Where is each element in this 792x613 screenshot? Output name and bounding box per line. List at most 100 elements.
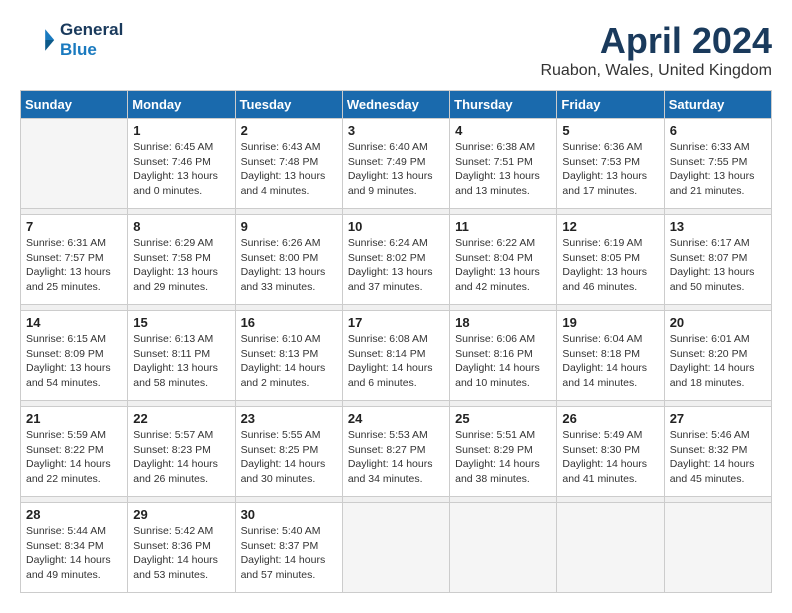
day-number: 3 xyxy=(348,123,444,138)
day-number: 11 xyxy=(455,219,551,234)
calendar-cell: 17Sunrise: 6:08 AMSunset: 8:14 PMDayligh… xyxy=(342,311,449,401)
day-info: Sunrise: 6:10 AMSunset: 8:13 PMDaylight:… xyxy=(241,332,337,391)
calendar-cell: 23 Sunrise: 5:55 AMSunset: 8:25 PMDayligh… xyxy=(235,407,342,497)
calendar-cell: 8 Sunrise: 6:29 AMSunset: 7:58 PMDaylight… xyxy=(128,215,235,305)
header-saturday: Saturday xyxy=(664,91,771,119)
calendar-week-5: 28 Sunrise: 5:44 AMSunset: 8:34 PMDayligh… xyxy=(21,503,772,593)
header-friday: Friday xyxy=(557,91,664,119)
calendar-cell: 6 Sunrise: 6:33 AMSunset: 7:55 PMDaylight… xyxy=(664,119,771,209)
day-number: 22 xyxy=(133,411,229,426)
day-info: Sunrise: 5:55 AMSunset: 8:25 PMDaylight:… xyxy=(241,428,337,487)
day-info: Sunrise: 6:17 AMSunset: 8:07 PMDaylight:… xyxy=(670,236,766,295)
calendar-cell: 20 Sunrise: 6:01 AMSunset: 8:20 PMDayligh… xyxy=(664,311,771,401)
header-tuesday: Tuesday xyxy=(235,91,342,119)
day-number: 16 xyxy=(241,315,337,330)
day-number: 7 xyxy=(26,219,122,234)
day-info: Sunrise: 6:01 AMSunset: 8:20 PMDaylight:… xyxy=(670,332,766,391)
calendar-cell: 18 Sunrise: 6:06 AMSunset: 8:16 PMDayligh… xyxy=(450,311,557,401)
day-number: 14 xyxy=(26,315,122,330)
day-number: 21 xyxy=(26,411,122,426)
day-info: Sunrise: 5:42 AMSunset: 8:36 PMDaylight:… xyxy=(133,524,229,583)
header-sunday: Sunday xyxy=(21,91,128,119)
month-title: April 2024 xyxy=(540,20,772,62)
day-number: 25 xyxy=(455,411,551,426)
calendar-cell: 13Sunrise: 6:17 AMSunset: 8:07 PMDayligh… xyxy=(664,215,771,305)
day-number: 1 xyxy=(133,123,229,138)
calendar-cell: 7 Sunrise: 6:31 AMSunset: 7:57 PMDaylight… xyxy=(21,215,128,305)
header-wednesday: Wednesday xyxy=(342,91,449,119)
calendar-week-3: 14 Sunrise: 6:15 AMSunset: 8:09 PMDayligh… xyxy=(21,311,772,401)
day-info: Sunrise: 6:36 AMSunset: 7:53 PMDaylight:… xyxy=(562,140,658,199)
calendar-cell: 27 Sunrise: 5:46 AMSunset: 8:32 PMDayligh… xyxy=(664,407,771,497)
calendar-table: SundayMondayTuesdayWednesdayThursdayFrid… xyxy=(20,90,772,593)
calendar-cell: 3 Sunrise: 6:40 AMSunset: 7:49 PMDaylight… xyxy=(342,119,449,209)
day-info: Sunrise: 6:24 AMSunset: 8:02 PMDaylight:… xyxy=(348,236,444,295)
calendar-cell: 12 Sunrise: 6:19 AMSunset: 8:05 PMDayligh… xyxy=(557,215,664,305)
calendar-cell: 5 Sunrise: 6:36 AMSunset: 7:53 PMDaylight… xyxy=(557,119,664,209)
calendar-cell: 19 Sunrise: 6:04 AMSunset: 8:18 PMDayligh… xyxy=(557,311,664,401)
day-info: Sunrise: 6:43 AMSunset: 7:48 PMDaylight:… xyxy=(241,140,337,199)
logo-icon xyxy=(20,22,56,58)
calendar-cell xyxy=(21,119,128,209)
day-info: Sunrise: 5:53 AMSunset: 8:27 PMDaylight:… xyxy=(348,428,444,487)
day-number: 2 xyxy=(241,123,337,138)
calendar-cell: 28 Sunrise: 5:44 AMSunset: 8:34 PMDayligh… xyxy=(21,503,128,593)
calendar-cell: 29 Sunrise: 5:42 AMSunset: 8:36 PMDayligh… xyxy=(128,503,235,593)
day-info: Sunrise: 6:15 AMSunset: 8:09 PMDaylight:… xyxy=(26,332,122,391)
calendar-cell: 21 Sunrise: 5:59 AMSunset: 8:22 PMDayligh… xyxy=(21,407,128,497)
day-number: 10 xyxy=(348,219,444,234)
calendar-cell: 1 Sunrise: 6:45 AMSunset: 7:46 PMDaylight… xyxy=(128,119,235,209)
calendar-week-4: 21 Sunrise: 5:59 AMSunset: 8:22 PMDayligh… xyxy=(21,407,772,497)
day-info: Sunrise: 5:44 AMSunset: 8:34 PMDaylight:… xyxy=(26,524,122,583)
day-number: 20 xyxy=(670,315,766,330)
day-number: 29 xyxy=(133,507,229,522)
day-number: 8 xyxy=(133,219,229,234)
calendar-cell: 9Sunrise: 6:26 AMSunset: 8:00 PMDaylight… xyxy=(235,215,342,305)
day-number: 30 xyxy=(241,507,337,522)
calendar-cell: 30 Sunrise: 5:40 AMSunset: 8:37 PMDayligh… xyxy=(235,503,342,593)
day-info: Sunrise: 5:49 AMSunset: 8:30 PMDaylight:… xyxy=(562,428,658,487)
location: Ruabon, Wales, United Kingdom xyxy=(540,62,772,80)
calendar-cell: 15 Sunrise: 6:13 AMSunset: 8:11 PMDayligh… xyxy=(128,311,235,401)
calendar-cell: 22Sunrise: 5:57 AMSunset: 8:23 PMDayligh… xyxy=(128,407,235,497)
page-header: General Blue April 2024 Ruabon, Wales, U… xyxy=(20,20,772,80)
calendar-cell: 26 Sunrise: 5:49 AMSunset: 8:30 PMDayligh… xyxy=(557,407,664,497)
day-info: Sunrise: 6:45 AMSunset: 7:46 PMDaylight:… xyxy=(133,140,229,199)
day-info: Sunrise: 6:08 AMSunset: 8:14 PMDaylight:… xyxy=(348,332,444,391)
day-number: 28 xyxy=(26,507,122,522)
day-number: 15 xyxy=(133,315,229,330)
day-info: Sunrise: 6:33 AMSunset: 7:55 PMDaylight:… xyxy=(670,140,766,199)
day-info: Sunrise: 5:46 AMSunset: 8:32 PMDaylight:… xyxy=(670,428,766,487)
day-number: 6 xyxy=(670,123,766,138)
logo-text: General Blue xyxy=(60,20,123,60)
day-number: 5 xyxy=(562,123,658,138)
day-info: Sunrise: 6:04 AMSunset: 8:18 PMDaylight:… xyxy=(562,332,658,391)
header-monday: Monday xyxy=(128,91,235,119)
calendar-cell xyxy=(450,503,557,593)
day-number: 24 xyxy=(348,411,444,426)
day-number: 23 xyxy=(241,411,337,426)
day-number: 27 xyxy=(670,411,766,426)
day-number: 18 xyxy=(455,315,551,330)
day-info: Sunrise: 6:29 AMSunset: 7:58 PMDaylight:… xyxy=(133,236,229,295)
day-info: Sunrise: 6:19 AMSunset: 8:05 PMDaylight:… xyxy=(562,236,658,295)
calendar-week-1: 1 Sunrise: 6:45 AMSunset: 7:46 PMDaylight… xyxy=(21,119,772,209)
calendar-cell xyxy=(557,503,664,593)
day-info: Sunrise: 5:59 AMSunset: 8:22 PMDaylight:… xyxy=(26,428,122,487)
day-info: Sunrise: 6:40 AMSunset: 7:49 PMDaylight:… xyxy=(348,140,444,199)
header-thursday: Thursday xyxy=(450,91,557,119)
day-info: Sunrise: 6:31 AMSunset: 7:57 PMDaylight:… xyxy=(26,236,122,295)
calendar-cell: 4Sunrise: 6:38 AMSunset: 7:51 PMDaylight… xyxy=(450,119,557,209)
calendar-cell xyxy=(342,503,449,593)
day-info: Sunrise: 5:40 AMSunset: 8:37 PMDaylight:… xyxy=(241,524,337,583)
day-number: 19 xyxy=(562,315,658,330)
calendar-week-2: 7 Sunrise: 6:31 AMSunset: 7:57 PMDaylight… xyxy=(21,215,772,305)
day-info: Sunrise: 6:06 AMSunset: 8:16 PMDaylight:… xyxy=(455,332,551,391)
calendar-cell xyxy=(664,503,771,593)
day-number: 12 xyxy=(562,219,658,234)
day-info: Sunrise: 6:13 AMSunset: 8:11 PMDaylight:… xyxy=(133,332,229,391)
day-number: 26 xyxy=(562,411,658,426)
day-number: 9 xyxy=(241,219,337,234)
day-info: Sunrise: 5:51 AMSunset: 8:29 PMDaylight:… xyxy=(455,428,551,487)
logo: General Blue xyxy=(20,20,123,60)
